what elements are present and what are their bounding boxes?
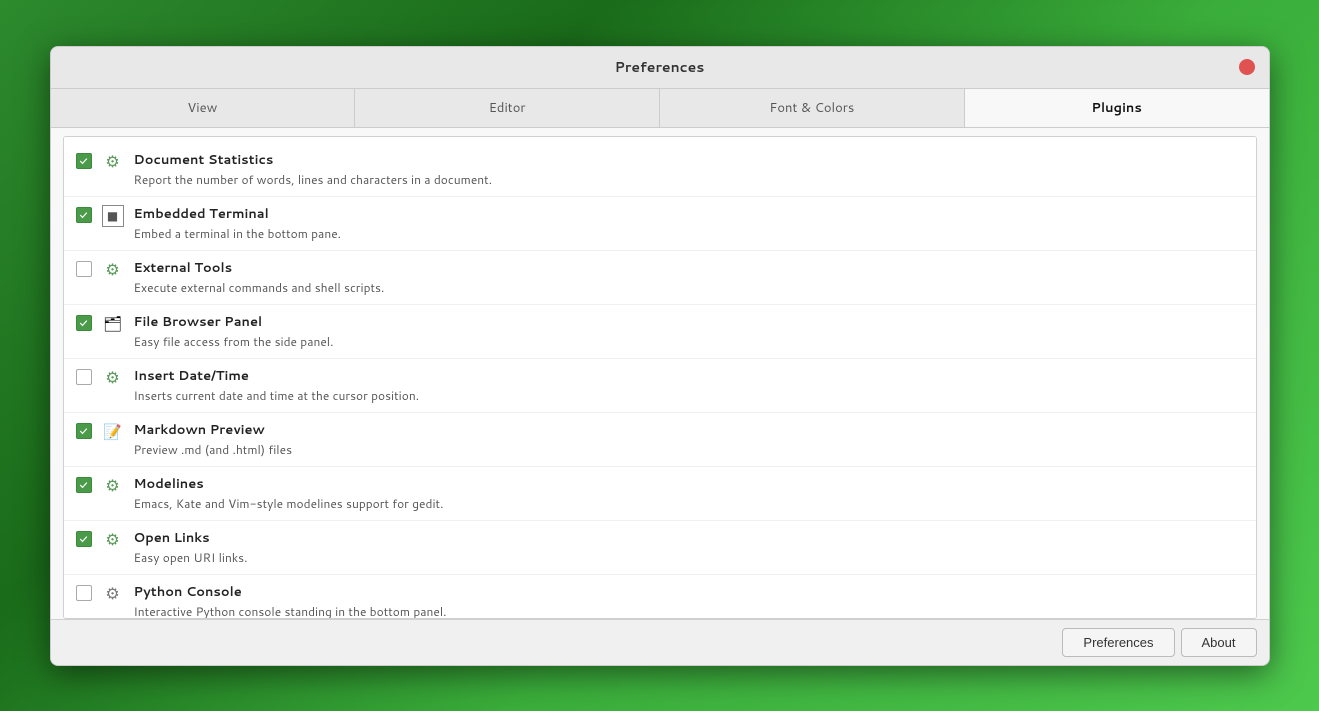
plugin-item-document-statistics: ⚙ Document Statistics Report the number … (64, 143, 1256, 197)
plugin-desc-file-browser: Easy file access from the side panel. (134, 333, 1244, 350)
checkbox-wrap-insert-datetime (76, 367, 92, 385)
plugin-item-modelines: ⚙ Modelines Emacs, Kate and Vim-style mo… (64, 467, 1256, 521)
plugin-info-markdown-preview: Markdown Preview Preview .md (and .html)… (134, 421, 1244, 458)
preferences-button[interactable]: Preferences (1062, 628, 1174, 657)
tab-view[interactable]: View (51, 89, 356, 127)
checkbox-file-browser[interactable] (76, 315, 92, 331)
tab-editor[interactable]: Editor (355, 89, 660, 127)
plugin-item-embedded-terminal: ■ Embedded Terminal Embed a terminal in … (64, 197, 1256, 251)
plugin-desc-markdown-preview: Preview .md (and .html) files (134, 441, 1244, 458)
plugin-icon-open-links: ⚙ (102, 529, 124, 551)
plugin-icon-insert-datetime: ⚙ (102, 367, 124, 389)
plugin-list: ⚙ Document Statistics Report the number … (63, 136, 1257, 619)
plugin-info-embedded-terminal: Embedded Terminal Embed a terminal in th… (134, 205, 1244, 242)
plugin-name-modelines: Modelines (134, 475, 1244, 493)
plugin-icon-document-statistics: ⚙ (102, 151, 124, 173)
plugin-info-external-tools: External Tools Execute external commands… (134, 259, 1244, 296)
checkbox-external-tools[interactable] (76, 261, 92, 277)
plugin-icon-file-browser: 🗂 (102, 313, 124, 335)
plugin-icon-external-tools: ⚙ (102, 259, 124, 281)
checkbox-python-console[interactable] (76, 585, 92, 601)
checkbox-embedded-terminal[interactable] (76, 207, 92, 223)
plugin-name-external-tools: External Tools (134, 259, 1244, 277)
checkbox-insert-datetime[interactable] (76, 369, 92, 385)
plugin-info-file-browser: File Browser Panel Easy file access from… (134, 313, 1244, 350)
plugin-icon-embedded-terminal: ■ (102, 205, 124, 227)
checkbox-wrap-python-console (76, 583, 92, 601)
plugin-name-insert-datetime: Insert Date/Time (134, 367, 1244, 385)
plugin-icon-modelines: ⚙ (102, 475, 124, 497)
plugin-desc-insert-datetime: Inserts current date and time at the cur… (134, 387, 1244, 404)
plugin-item-open-links: ⚙ Open Links Easy open URI links. (64, 521, 1256, 575)
plugin-item-insert-datetime: ⚙ Insert Date/Time Inserts current date … (64, 359, 1256, 413)
window-title: Preferences (615, 57, 705, 77)
plugin-desc-modelines: Emacs, Kate and Vim-style modelines supp… (134, 495, 1244, 512)
plugin-item-external-tools: ⚙ External Tools Execute external comman… (64, 251, 1256, 305)
plugin-item-markdown-preview: 📝 Markdown Preview Preview .md (and .htm… (64, 413, 1256, 467)
close-button[interactable] (1239, 59, 1255, 75)
plugin-name-file-browser: File Browser Panel (134, 313, 1244, 331)
plugin-info-insert-datetime: Insert Date/Time Inserts current date an… (134, 367, 1244, 404)
checkbox-wrap-file-browser (76, 313, 92, 331)
about-button[interactable]: About (1181, 628, 1257, 657)
plugin-info-document-statistics: Document Statistics Report the number of… (134, 151, 1244, 188)
checkbox-wrap-document-statistics (76, 151, 92, 169)
checkbox-modelines[interactable] (76, 477, 92, 493)
plugin-info-python-console: Python Console Interactive Python consol… (134, 583, 1244, 619)
plugin-name-markdown-preview: Markdown Preview (134, 421, 1244, 439)
plugin-info-modelines: Modelines Emacs, Kate and Vim-style mode… (134, 475, 1244, 512)
plugin-desc-python-console: Interactive Python console standing in t… (134, 603, 1244, 619)
checkbox-wrap-markdown-preview (76, 421, 92, 439)
tab-font-colors[interactable]: Font & Colors (660, 89, 965, 127)
plugin-icon-python-console: ⚙ (102, 583, 124, 605)
plugin-item-python-console: ⚙ Python Console Interactive Python cons… (64, 575, 1256, 619)
plugin-name-python-console: Python Console (134, 583, 1244, 601)
plugin-item-file-browser: 🗂 File Browser Panel Easy file access fr… (64, 305, 1256, 359)
tab-plugins[interactable]: Plugins (965, 89, 1269, 127)
plugin-desc-open-links: Easy open URI links. (134, 549, 1244, 566)
plugin-desc-document-statistics: Report the number of words, lines and ch… (134, 171, 1244, 188)
plugin-desc-external-tools: Execute external commands and shell scri… (134, 279, 1244, 296)
footer: Preferences About (51, 619, 1269, 665)
plugin-name-open-links: Open Links (134, 529, 1244, 547)
plugin-info-open-links: Open Links Easy open URI links. (134, 529, 1244, 566)
checkbox-wrap-external-tools (76, 259, 92, 277)
plugin-name-embedded-terminal: Embedded Terminal (134, 205, 1244, 223)
tab-bar: View Editor Font & Colors Plugins (51, 89, 1269, 128)
checkbox-wrap-modelines (76, 475, 92, 493)
checkbox-wrap-embedded-terminal (76, 205, 92, 223)
plugin-icon-markdown-preview: 📝 (102, 421, 124, 443)
checkbox-markdown-preview[interactable] (76, 423, 92, 439)
checkbox-document-statistics[interactable] (76, 153, 92, 169)
preferences-window: Preferences View Editor Font & Colors Pl… (50, 46, 1270, 666)
content-area: ⚙ Document Statistics Report the number … (51, 128, 1269, 619)
plugin-name-document-statistics: Document Statistics (134, 151, 1244, 169)
checkbox-wrap-open-links (76, 529, 92, 547)
plugin-desc-embedded-terminal: Embed a terminal in the bottom pane. (134, 225, 1244, 242)
checkbox-open-links[interactable] (76, 531, 92, 547)
titlebar: Preferences (51, 47, 1269, 89)
